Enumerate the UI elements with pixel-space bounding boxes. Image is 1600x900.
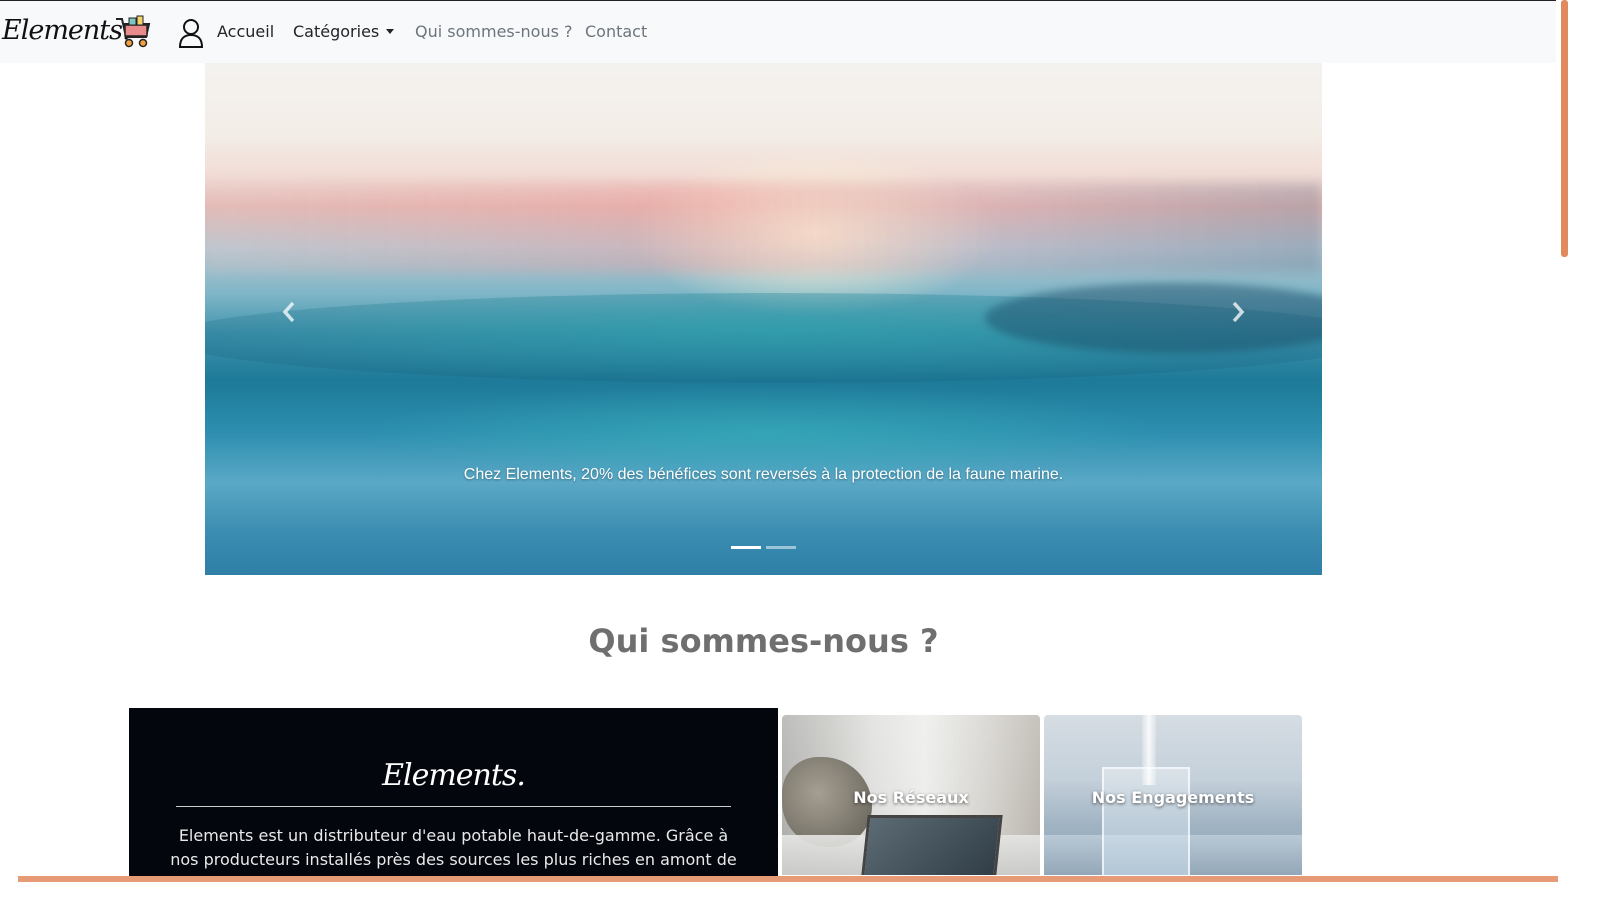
- nav-dropdown-categories-label: Catégories: [293, 22, 380, 41]
- about-card-text: Elements est un distributeur d'eau potab…: [164, 824, 743, 872]
- sunset-glow: [205, 183, 1322, 273]
- carousel-caption: Chez Elements, 20% des bénéfices sont re…: [463, 466, 1064, 483]
- navbar: Elements. Accueil Catégories Qui sommes-…: [0, 0, 1568, 63]
- card-nos-engagements[interactable]: Nos Engagements: [1044, 715, 1302, 875]
- chevron-left-icon[interactable]: [277, 295, 301, 329]
- card-label: Nos Réseaux: [853, 788, 969, 807]
- carousel-indicators: [731, 546, 801, 550]
- laptop-image: [860, 815, 1003, 875]
- about-card-logo: Elements.: [382, 758, 526, 793]
- chevron-right-icon[interactable]: [1226, 295, 1250, 329]
- carousel-indicator-1[interactable]: [731, 546, 761, 549]
- hero-carousel: Chez Elements, 20% des bénéfices sont re…: [205, 63, 1322, 575]
- brand-logo[interactable]: Elements.: [2, 15, 131, 46]
- nav-link-qui-sommes-nous[interactable]: Qui sommes-nous ?: [415, 22, 573, 41]
- shopping-cart-icon[interactable]: [114, 15, 152, 49]
- nav-dropdown-categories[interactable]: Catégories: [293, 22, 395, 41]
- card-label: Nos Engagements: [1091, 788, 1255, 807]
- card-nos-reseaux[interactable]: Nos Réseaux: [782, 715, 1040, 875]
- nav-link-contact[interactable]: Contact: [585, 22, 647, 41]
- divider: [176, 806, 731, 807]
- about-text-line: nos producteurs installés près des sourc…: [170, 850, 737, 869]
- section-title: Qui sommes-nous ?: [588, 622, 939, 660]
- water-stream-image: [1142, 715, 1156, 785]
- scrollbar-thumb[interactable]: [1561, 0, 1568, 257]
- about-text-line: Elements est un distributeur d'eau potab…: [178, 826, 729, 845]
- caret-down-icon: [386, 29, 395, 34]
- user-icon[interactable]: [178, 18, 204, 48]
- about-card: Elements. Elements est un distributeur d…: [129, 708, 778, 878]
- nav-link-accueil[interactable]: Accueil: [217, 22, 274, 41]
- bottom-accent-bar: [18, 876, 1558, 900]
- carousel-indicator-2[interactable]: [766, 546, 796, 549]
